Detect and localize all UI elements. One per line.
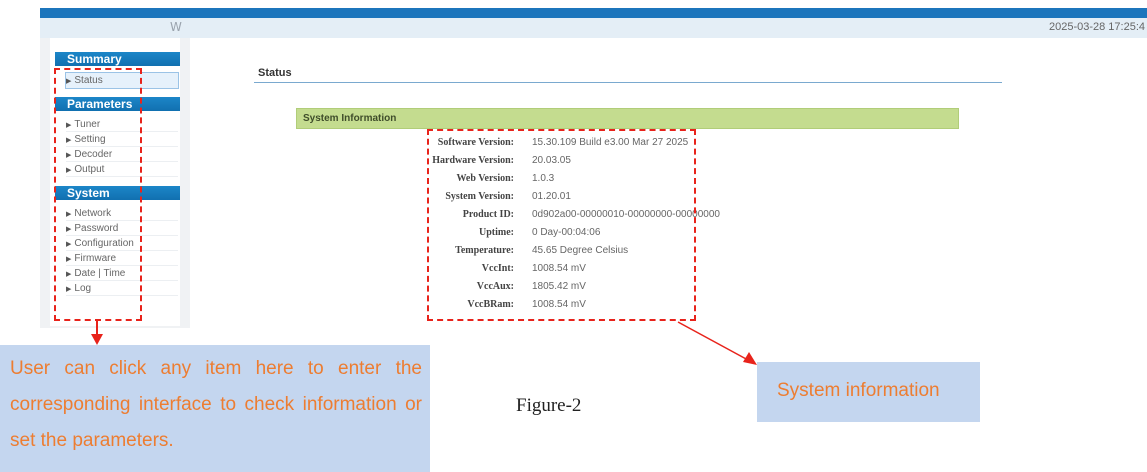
- figure-caption: Figure-2: [516, 395, 582, 416]
- sub-header-bar: W 2025-03-28 17:25:4: [40, 18, 1147, 38]
- left-callout: User can click any item here to enter th…: [0, 345, 430, 472]
- title-divider: [254, 82, 1002, 83]
- right-callout-text: System information: [777, 380, 940, 401]
- right-callout: System information: [757, 362, 980, 422]
- right-arrow-pointer: [677, 321, 757, 365]
- top-header-bar: [40, 8, 1147, 18]
- left-callout-text: User can click any item here to enter th…: [10, 358, 422, 451]
- system-information-title: System Information: [303, 113, 397, 124]
- header-title: W: [170, 20, 182, 34]
- header-datetime: 2025-03-28 17:25:4: [1048, 21, 1145, 33]
- system-info-highlight-box: [427, 129, 696, 321]
- sidebar-heading-summary: Summary: [55, 52, 180, 66]
- sidebar-highlight-box: [54, 68, 142, 321]
- page-title: Status: [258, 67, 292, 79]
- system-information-header: System Information: [296, 108, 959, 129]
